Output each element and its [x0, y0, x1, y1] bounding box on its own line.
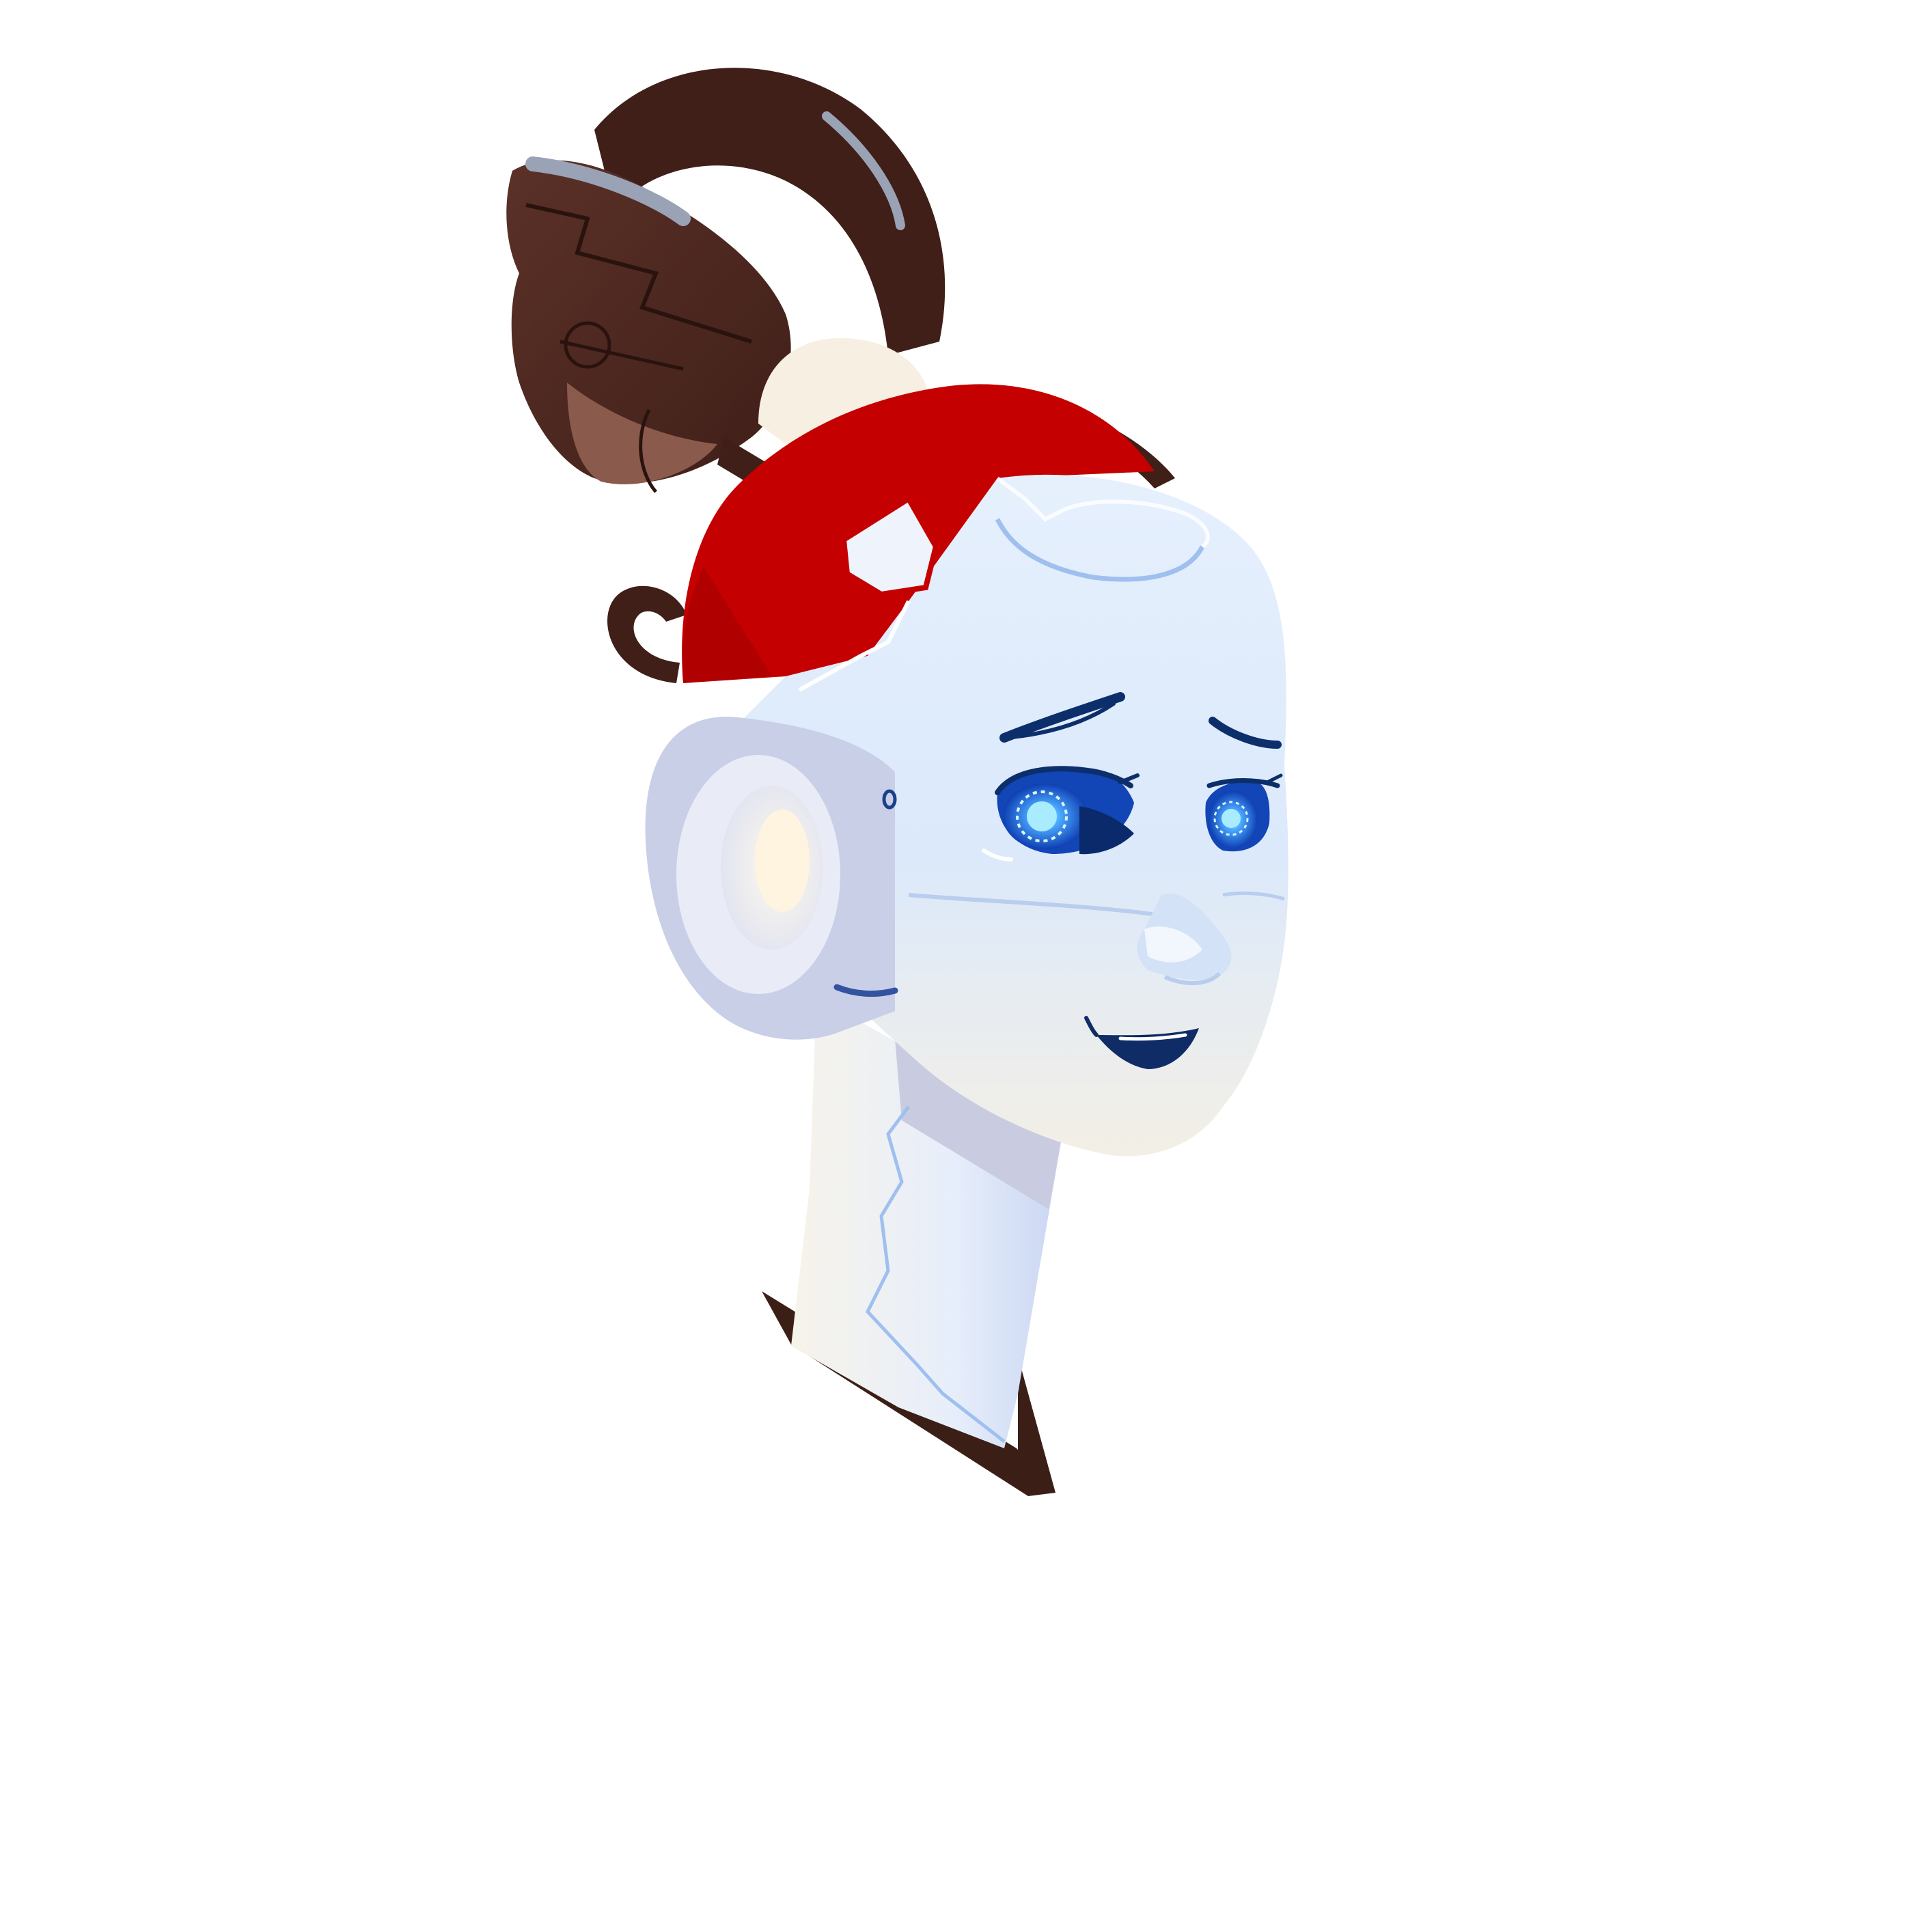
- illustration-canvas: [0, 0, 1932, 1932]
- hair-loop-left: [607, 585, 687, 683]
- ear-piece: [645, 717, 898, 1040]
- robot-head-illustration: [506, 68, 1288, 1496]
